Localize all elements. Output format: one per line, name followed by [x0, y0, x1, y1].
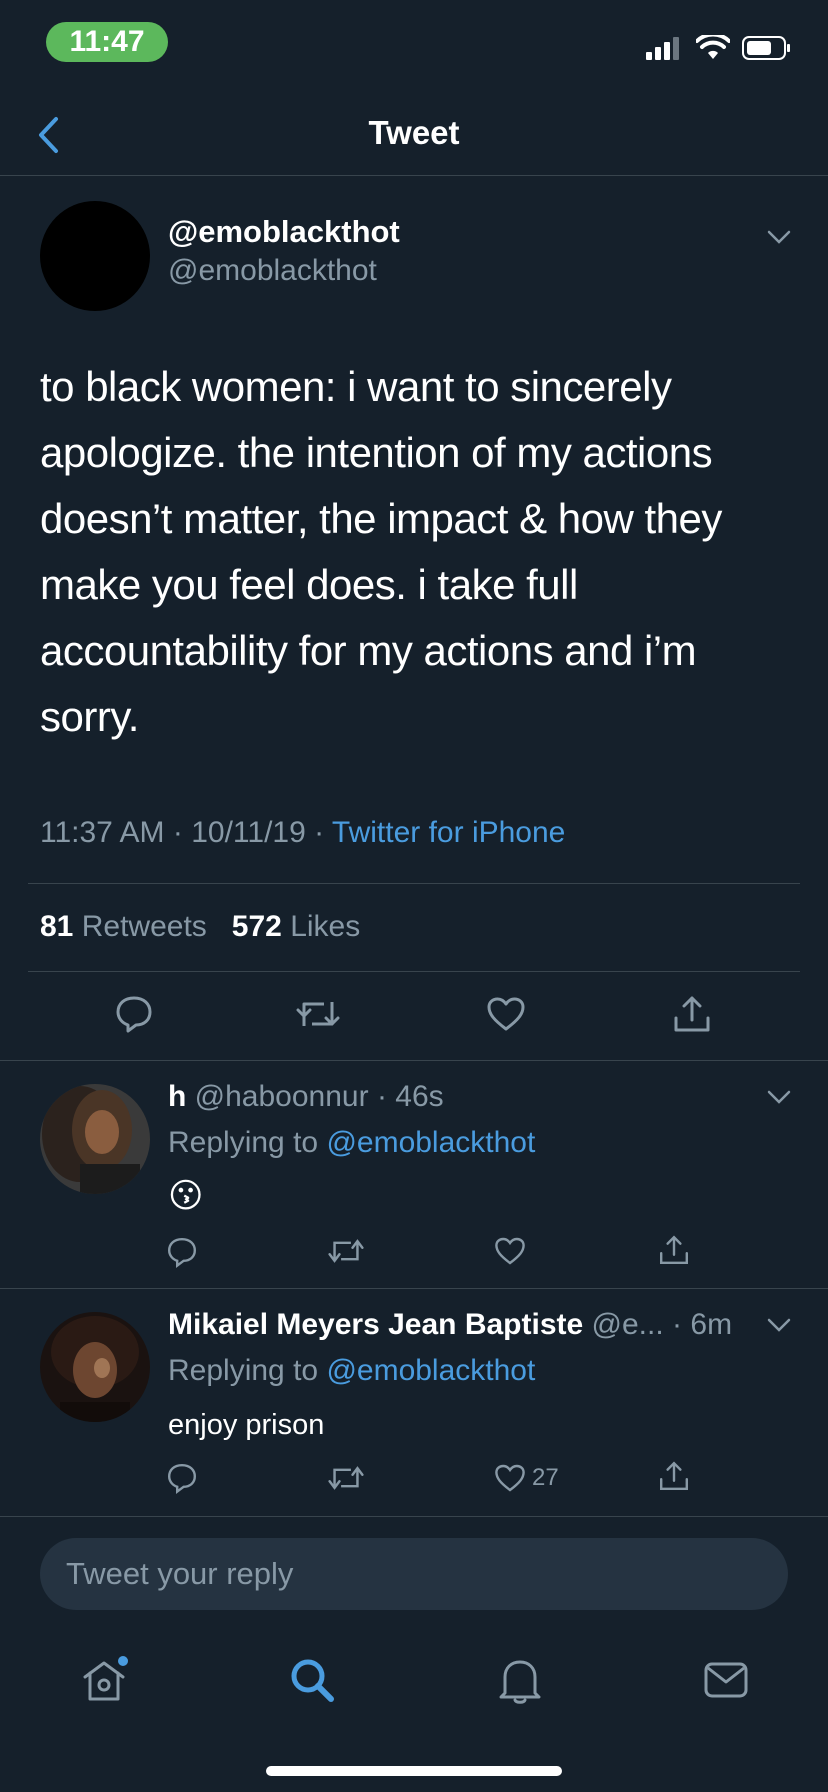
replying-to-link[interactable]: @emoblackthot [326, 1354, 535, 1387]
messages-icon [704, 1662, 748, 1698]
reply-avatar[interactable] [40, 1312, 150, 1422]
notifications-icon [499, 1660, 541, 1704]
replying-to-label: Replying to [168, 1126, 319, 1159]
reply-time: 46s [395, 1080, 444, 1113]
reply-author-name[interactable]: h [168, 1080, 186, 1113]
reply-retweet-button[interactable] [328, 1463, 364, 1493]
reply-author-name[interactable]: Mikaiel Meyers Jean Baptiste [168, 1308, 583, 1341]
likes-stat[interactable]: 572 Likes [232, 910, 360, 943]
reply-compose-input[interactable] [40, 1538, 788, 1610]
tab-messages[interactable] [696, 1650, 756, 1710]
likes-count: 572 [231, 910, 282, 943]
replying-to-label: Replying to [168, 1354, 319, 1387]
tweet-text: to black women: i want to sincerely apol… [40, 363, 722, 740]
reply-button[interactable] [110, 990, 158, 1038]
reply-header: Mikaiel Meyers Jean Baptiste @e... · 6m [168, 1308, 732, 1342]
retweets-count: 81 [40, 910, 74, 943]
meta-separator: · [314, 816, 325, 849]
reply-reply-button[interactable] [166, 1462, 198, 1494]
avatar-image [40, 1312, 150, 1422]
replying-to-line: Replying to @emoblackthot [168, 1126, 535, 1160]
reply-share-button[interactable] [658, 1234, 690, 1266]
status-icons [646, 28, 792, 68]
heart-icon [495, 1237, 525, 1265]
tweet-date: 10/11/19 [191, 816, 306, 849]
like-button[interactable] [482, 990, 530, 1038]
divider [28, 971, 800, 972]
reply-author-handle[interactable]: @haboonnur [195, 1080, 369, 1113]
divider [0, 1288, 828, 1289]
chevron-down-icon [767, 230, 791, 244]
author-display-name[interactable]: @emoblackthot [168, 214, 400, 250]
chevron-down-icon [767, 1090, 791, 1104]
reply-like-button[interactable] [494, 1236, 532, 1266]
tweet-source-link[interactable]: Twitter for iPhone [332, 816, 565, 849]
retweet-button[interactable] [294, 990, 342, 1038]
home-indicator [266, 1766, 562, 1776]
tweet-screen: 11:47 Tweet @emoblackthot @emoblackthot … [0, 0, 828, 1792]
signal-icon [646, 37, 679, 60]
wifi-icon [696, 35, 730, 59]
reply-icon [167, 1463, 197, 1494]
page-title: Tweet [368, 114, 460, 151]
author-avatar[interactable] [40, 201, 150, 311]
retweet-icon [296, 1002, 340, 1026]
avatar-image [40, 1084, 150, 1194]
reply-retweet-button[interactable] [328, 1236, 364, 1266]
reply-body: enjoy prison [168, 1409, 325, 1441]
status-time: 11:47 [46, 22, 168, 62]
tweet-options-button[interactable] [764, 222, 794, 252]
reply-icon [116, 996, 152, 1033]
reply-like-button[interactable]: 27 [494, 1463, 559, 1493]
home-icon [83, 1656, 128, 1701]
tweet-time: 11:37 AM [40, 816, 165, 849]
heart-icon [495, 1464, 525, 1492]
reply-reply-button[interactable] [166, 1236, 198, 1268]
divider [0, 1516, 828, 1517]
meta-separator: · [376, 1080, 387, 1113]
reply-avatar[interactable] [40, 1084, 150, 1194]
battery-icon [742, 36, 790, 60]
reply-icon [167, 1237, 197, 1268]
share-button[interactable] [668, 990, 716, 1038]
reply-header: h @haboonnur · 46s [168, 1080, 444, 1114]
chevron-down-icon [767, 1318, 791, 1332]
meta-separator: · [172, 816, 183, 849]
reply-like-count: 27 [532, 1464, 559, 1491]
reply-body: 😗 [168, 1177, 204, 1215]
divider [0, 1060, 828, 1061]
reply-options-button[interactable] [764, 1310, 794, 1340]
tab-notifications[interactable] [490, 1650, 550, 1710]
reply-time: 6m [690, 1308, 733, 1341]
meta-separator: · [672, 1308, 683, 1341]
reply-options-button[interactable] [764, 1082, 794, 1112]
retweets-stat[interactable]: 81 Retweets [40, 910, 207, 943]
tweet-meta: 11:37 AM · 10/11/19 · Twitter for iPhone [40, 816, 565, 850]
replying-to-link[interactable]: @emoblackthot [326, 1126, 535, 1159]
tab-search[interactable] [282, 1650, 342, 1710]
tab-home[interactable] [74, 1650, 134, 1710]
divider [28, 883, 800, 884]
retweets-label: Retweets [81, 910, 207, 943]
search-icon [291, 1659, 334, 1702]
replying-to-line: Replying to @emoblackthot [168, 1354, 535, 1388]
nav-header: Tweet [0, 96, 828, 176]
share-icon [660, 1235, 688, 1264]
retweet-icon [328, 1239, 364, 1263]
retweet-icon [328, 1466, 364, 1490]
likes-label: Likes [290, 910, 361, 943]
author-handle[interactable]: @emoblackthot [168, 254, 377, 288]
reply-share-button[interactable] [658, 1460, 690, 1492]
share-icon [674, 996, 710, 1032]
share-icon [660, 1461, 688, 1490]
heart-icon [487, 997, 525, 1031]
reply-author-handle[interactable]: @e... [592, 1308, 664, 1341]
tweet-stats: 81 Retweets 572 Likes [40, 910, 360, 944]
